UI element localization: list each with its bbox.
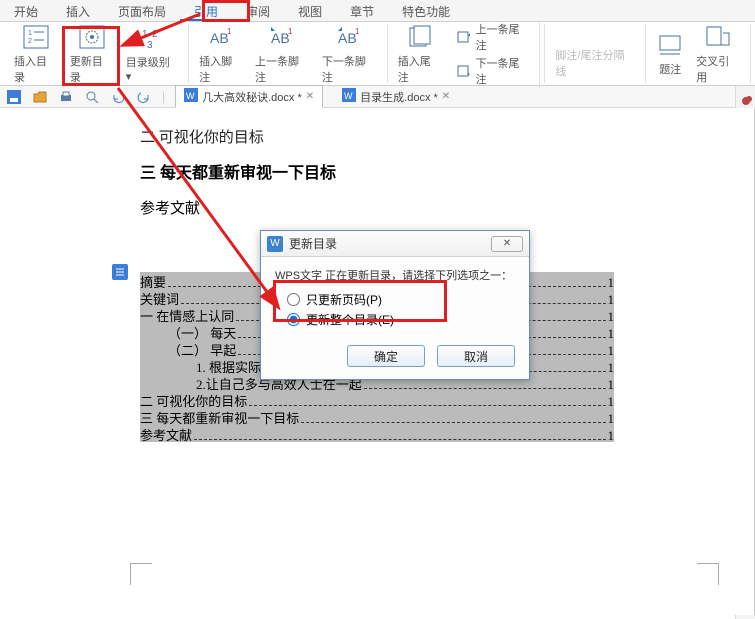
radio-update-pages[interactable] — [287, 293, 300, 306]
next-endnote-button[interactable]: 下一条尾注 — [454, 54, 534, 88]
toc-leader — [364, 388, 606, 389]
svg-text:1: 1 — [355, 27, 360, 36]
radio-update-all[interactable] — [287, 313, 300, 326]
dialog-titlebar[interactable]: W 更新目录 ✕ — [261, 231, 529, 257]
svg-text:1: 1 — [227, 27, 232, 36]
cancel-button[interactable]: 取消 — [437, 345, 515, 367]
toc-row[interactable]: 三 每天都重新审视一下目标1 — [140, 408, 614, 425]
menu-tab-reference[interactable]: 引用 — [180, 0, 232, 21]
toc-page: 1 — [608, 377, 615, 393]
doc-heading: 二 可视化你的目标 — [140, 126, 614, 147]
menu-tab-special[interactable]: 特色功能 — [388, 0, 464, 21]
toc-page: 1 — [608, 360, 615, 376]
menu-tab-layout[interactable]: 页面布局 — [104, 0, 180, 21]
document-tab-1[interactable]: W 几大高效秘诀.docx * ✕ — [175, 85, 323, 108]
quick-toolbar: | W 几大高效秘诀.docx * ✕ W 目录生成.docx * ✕ — [0, 86, 755, 108]
caption-button[interactable]: 题注 — [650, 29, 690, 79]
svg-text:1: 1 — [28, 30, 32, 37]
update-toc-dialog: W 更新目录 ✕ WPS文字 正在更新目录，请选择下列选项之一： 只更新页码(P… — [260, 230, 530, 380]
separator-button[interactable]: 脚注/尾注分隔线 — [549, 15, 641, 81]
preview-icon[interactable] — [84, 89, 100, 105]
toc-icon: 12 — [22, 23, 50, 51]
word-doc-icon: W — [184, 88, 198, 105]
cloud-icon[interactable] — [739, 92, 753, 106]
menu-tab-view[interactable]: 视图 — [284, 0, 336, 21]
toc-page: 1 — [608, 326, 615, 342]
menu-tab-start[interactable]: 开始 — [0, 0, 52, 21]
document-tab-2[interactable]: W 目录生成.docx * ✕ — [333, 85, 459, 108]
menu-tab-review[interactable]: 审阅 — [232, 0, 284, 21]
svg-text:2: 2 — [152, 29, 158, 40]
toc-row[interactable]: 参考文献 1 — [140, 425, 614, 442]
close-tab-icon[interactable]: ✕ — [306, 91, 314, 102]
toc-page: 1 — [608, 428, 615, 444]
toc-text: 参考文献 — [140, 425, 192, 444]
wps-icon: W — [267, 236, 283, 252]
toc-marker-icon[interactable] — [112, 264, 128, 280]
level-icon: 123 — [138, 24, 166, 52]
svg-text:W: W — [186, 91, 195, 101]
next-footnote-button[interactable]: AB1 下一条脚注 — [316, 21, 383, 87]
crossref-button[interactable]: 交叉引用 — [690, 21, 746, 87]
toc-leader — [249, 405, 605, 406]
dialog-message: WPS文字 正在更新目录，请选择下列选项之一： — [275, 267, 515, 283]
toc-row[interactable]: 二 可视化你的目标1 — [140, 391, 614, 408]
separator-icon — [581, 17, 609, 45]
svg-text:AB: AB — [210, 30, 229, 46]
toc-page: 1 — [608, 394, 615, 410]
undo-icon[interactable] — [110, 89, 126, 105]
svg-text:1: 1 — [288, 27, 293, 36]
menu-tab-insert[interactable]: 插入 — [52, 0, 104, 21]
menu-bar: 开始 插入 页面布局 引用 审阅 视图 章节 特色功能 — [0, 0, 755, 22]
crossref-icon — [704, 23, 732, 51]
word-doc-icon: W — [342, 88, 356, 105]
save-icon[interactable] — [6, 89, 22, 105]
svg-text:3: 3 — [147, 40, 153, 50]
footnote-icon: AB1 — [207, 23, 235, 51]
ok-button[interactable]: 确定 — [347, 345, 425, 367]
svg-text:W: W — [344, 91, 353, 101]
page-corner — [130, 563, 152, 585]
svg-text:1: 1 — [142, 29, 148, 40]
svg-text:AB: AB — [271, 30, 290, 46]
endnote-icon — [406, 23, 434, 51]
toc-leader — [301, 422, 605, 423]
svg-text:AB: AB — [338, 30, 357, 46]
open-icon[interactable] — [32, 89, 48, 105]
toc-leader — [194, 439, 605, 440]
caption-icon — [656, 31, 684, 59]
toc-page: 1 — [608, 411, 615, 427]
close-tab-icon[interactable]: ✕ — [442, 91, 450, 102]
option-update-pages[interactable]: 只更新页码(P) — [287, 291, 515, 308]
dialog-close-button[interactable]: ✕ — [491, 236, 523, 252]
prev-endnote-icon — [457, 30, 473, 44]
svg-text:2: 2 — [28, 38, 32, 45]
ribbon: 12 插入目录 更新目录 123 目录级别 ▾ AB1 插入脚注 AB1 上一条… — [0, 22, 755, 86]
page-corner — [697, 563, 719, 585]
next-footnote-icon: AB1 — [335, 23, 363, 51]
toc-page: 1 — [608, 292, 615, 308]
toc-page: 1 — [608, 275, 615, 291]
insert-endnote-button[interactable]: 插入尾注 — [392, 21, 448, 87]
update-toc-button[interactable]: 更新目录 — [64, 21, 120, 87]
option-update-all[interactable]: 更新整个目录(E) — [287, 311, 515, 328]
redo-icon[interactable] — [136, 89, 152, 105]
prev-footnote-button[interactable]: AB1 上一条脚注 — [249, 21, 316, 87]
doc-heading: 三 每天都重新审视一下目标 — [140, 159, 614, 183]
toc-page: 1 — [608, 309, 615, 325]
insert-footnote-button[interactable]: AB1 插入脚注 — [193, 21, 249, 87]
doc-heading: 参考文献 — [140, 197, 614, 218]
prev-footnote-icon: AB1 — [268, 23, 296, 51]
insert-toc-button[interactable]: 12 插入目录 — [8, 21, 64, 87]
print-icon[interactable] — [58, 89, 74, 105]
menu-tab-chapter[interactable]: 章节 — [336, 0, 388, 21]
refresh-icon — [78, 23, 106, 51]
dialog-title: 更新目录 — [289, 235, 491, 252]
toc-page: 1 — [608, 343, 615, 359]
toc-level-button[interactable]: 123 目录级别 ▾ — [120, 22, 184, 85]
next-endnote-icon — [457, 64, 473, 78]
prev-endnote-button[interactable]: 上一条尾注 — [454, 20, 534, 54]
